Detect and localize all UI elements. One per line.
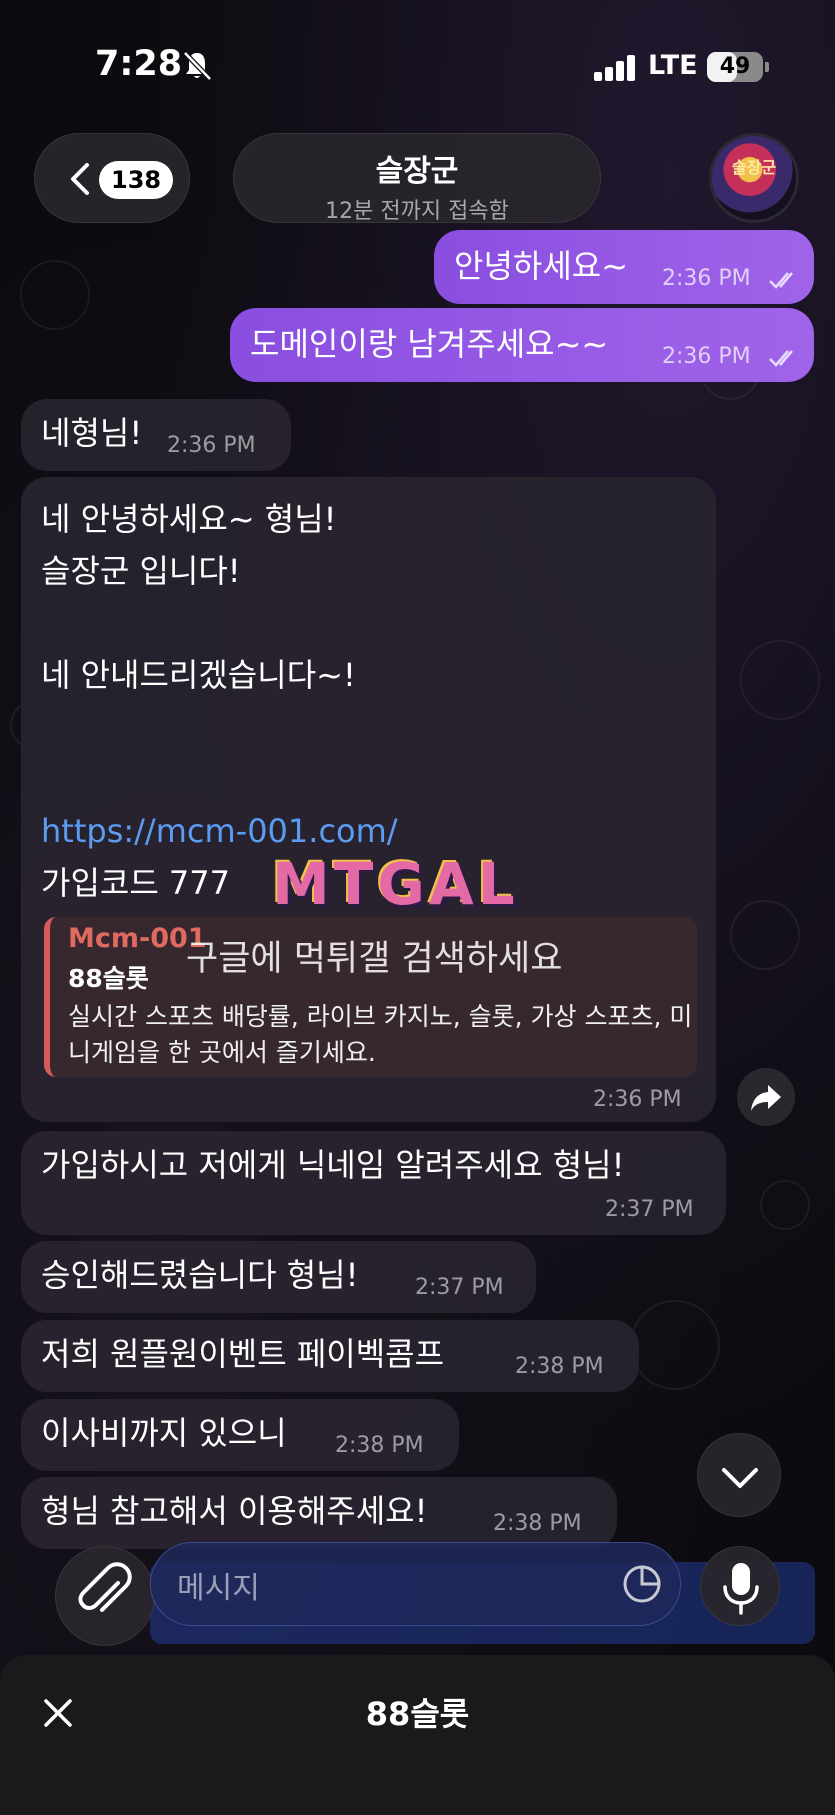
message-bubble-incoming-long[interactable]: 네 안녕하세요~ 형님! 슬장군 입니다! 네 안내드리겠습니다~! https… <box>21 477 716 1122</box>
signup-code-line: 가입코드 777 <box>41 864 231 902</box>
watermark-text: 구글에 먹튀갤 검색하세요 <box>186 939 563 979</box>
message-bubble-incoming[interactable]: 이사비까지 있으니 2:38 PM <box>21 1399 459 1471</box>
network-type: LTE <box>648 50 698 81</box>
contact-avatar[interactable]: 슬장군 <box>709 133 799 223</box>
status-time: 7:28 <box>95 44 183 84</box>
message-line: 네 안내드리겠습니다~! <box>41 656 356 694</box>
unread-count-badge: 138 <box>99 161 174 199</box>
message-text: 이사비까지 있으니 <box>41 1414 287 1452</box>
message-input-placeholder: 메시지 <box>177 1571 260 1606</box>
battery-icon: 49 <box>707 52 763 82</box>
message-text: 네형님! <box>41 414 143 452</box>
double-check-icon <box>769 350 793 367</box>
last-seen-status: 12분 전까지 접속함 <box>325 199 509 224</box>
chevron-down-icon <box>722 1468 758 1488</box>
message-bubble-incoming[interactable]: 승인해드렸습니다 형님! 2:37 PM <box>21 1241 536 1313</box>
message-text: 형님 참고해서 이용해주세요! <box>41 1492 428 1530</box>
message-time: 2:36 PM <box>593 1087 682 1112</box>
message-bubble-outgoing[interactable]: 도메인이랑 남겨주세요~~ 2:36 PM <box>230 308 814 382</box>
message-bubble-incoming[interactable]: 가입하시고 저에게 닉네임 알려주세요 형님! 2:37 PM <box>21 1131 726 1235</box>
message-text: 안녕하세요~ <box>454 247 629 285</box>
watermark-logo: MTGAL <box>272 850 519 918</box>
cellular-signal-icon <box>594 55 636 81</box>
message-time: 2:36 PM <box>662 344 751 369</box>
message-line: 슬장군 입니다! <box>41 552 241 590</box>
chevron-left-icon <box>71 163 89 195</box>
message-input[interactable]: 메시지 <box>150 1542 681 1626</box>
message-bubble-incoming[interactable]: 저희 원플원이벤트 페이벡콤프 2:38 PM <box>21 1320 639 1392</box>
attach-button[interactable] <box>55 1546 155 1646</box>
chat-title: 슬장군 <box>375 154 459 189</box>
preview-title: 88슬롯 <box>68 964 149 993</box>
message-text: 저희 원플원이벤트 페이벡콤프 <box>41 1335 445 1373</box>
scroll-to-bottom-button[interactable] <box>697 1433 781 1517</box>
message-line: 네 안녕하세요~ 형님! <box>41 500 337 538</box>
message-text: 승인해드렸습니다 형님! <box>41 1256 359 1294</box>
message-time: 2:38 PM <box>335 1433 424 1458</box>
message-time: 2:37 PM <box>415 1275 504 1300</box>
message-text: 가입하시고 저에게 닉네임 알려주세요 형님! <box>41 1146 625 1184</box>
sheet-title: 88슬롯 <box>365 1695 470 1733</box>
message-text: 도메인이랑 남겨주세요~~ <box>250 325 609 363</box>
paperclip-icon <box>78 1562 132 1612</box>
status-bar: 7:28 LTE 49 <box>0 0 835 130</box>
sticker-icon[interactable] <box>621 1563 663 1605</box>
link-preview-sheet: 88슬롯 <box>0 1655 835 1815</box>
message-time: 2:36 PM <box>662 266 751 291</box>
message-time: 2:38 PM <box>493 1511 582 1536</box>
voice-record-button[interactable] <box>700 1546 780 1626</box>
message-time: 2:36 PM <box>167 433 256 458</box>
message-time: 2:37 PM <box>605 1197 694 1222</box>
message-time: 2:38 PM <box>515 1354 604 1379</box>
battery-level: 49 <box>719 54 751 79</box>
chat-title-pill[interactable]: 슬장군 12분 전까지 접속함 <box>233 133 601 224</box>
double-check-icon <box>769 272 793 289</box>
message-bubble-incoming[interactable]: 네형님! 2:36 PM <box>21 399 291 471</box>
message-bubble-incoming[interactable]: 형님 참고해서 이용해주세요! 2:38 PM <box>21 1477 617 1549</box>
bell-muted-icon <box>183 51 212 81</box>
share-arrow-icon <box>751 1085 781 1111</box>
preview-description: 실시간 스포츠 배당률, 라이브 카지노, 슬롯, 가상 스포츠, 미니게임을 … <box>68 1002 693 1067</box>
share-button[interactable] <box>737 1068 795 1126</box>
message-bubble-outgoing[interactable]: 안녕하세요~ 2:36 PM <box>434 230 814 304</box>
back-button[interactable]: 138 <box>34 133 190 223</box>
microphone-icon <box>723 1563 759 1615</box>
